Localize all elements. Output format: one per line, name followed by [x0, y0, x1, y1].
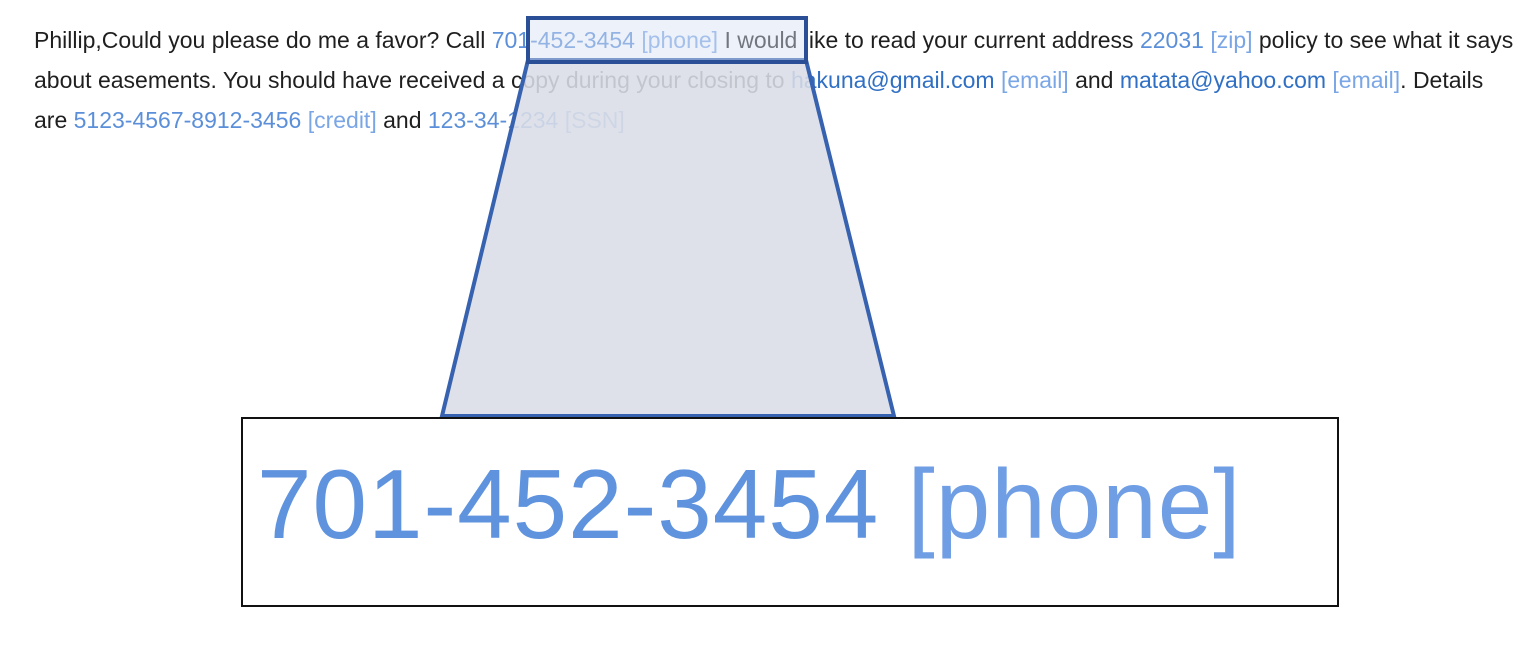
email-tag-2: [email]	[1332, 67, 1401, 93]
email-value-1[interactable]: hakuna@gmail.com	[791, 67, 995, 93]
zoom-preview-text: 701-452-3454 [phone]	[257, 429, 1242, 579]
message-prefix: Phillip,Could you please do me a favor? …	[34, 27, 492, 53]
zip-value[interactable]: 22031	[1140, 27, 1204, 53]
phone-value[interactable]: 701-452-3454	[492, 27, 635, 53]
message-mid-5: and	[376, 107, 428, 133]
zip-tag: [zip]	[1210, 27, 1253, 53]
credit-tag: [credit]	[307, 107, 377, 133]
ssn-tag: [SSN]	[564, 107, 625, 133]
message-mid-3: and	[1068, 67, 1120, 93]
zoom-phone-tag: [phone]	[907, 449, 1242, 559]
ssn-entity[interactable]: 123-34-1234 [SSN]	[428, 107, 625, 133]
zoom-phone-value: 701-452-3454	[257, 449, 880, 559]
email-entity-2[interactable]: matata@yahoo.com [email]	[1120, 67, 1400, 93]
email-tag-1: [email]	[1000, 67, 1069, 93]
message-body: Phillip,Could you please do me a favor? …	[34, 20, 1514, 140]
zip-entity[interactable]: 22031 [zip]	[1140, 27, 1253, 53]
credit-entity[interactable]: 5123-4567-8912-3456 [credit]	[74, 107, 377, 133]
phone-tag: [phone]	[641, 27, 719, 53]
email-entity-1[interactable]: hakuna@gmail.com [email]	[791, 67, 1069, 93]
credit-value[interactable]: 5123-4567-8912-3456	[74, 107, 302, 133]
ssn-value[interactable]: 123-34-1234	[428, 107, 558, 133]
zoom-preview-panel: 701-452-3454 [phone]	[241, 417, 1339, 607]
email-value-2[interactable]: matata@yahoo.com	[1120, 67, 1326, 93]
message-mid-1: I would like to read your current addres…	[718, 27, 1140, 53]
phone-entity[interactable]: 701-452-3454 [phone]	[492, 27, 718, 53]
